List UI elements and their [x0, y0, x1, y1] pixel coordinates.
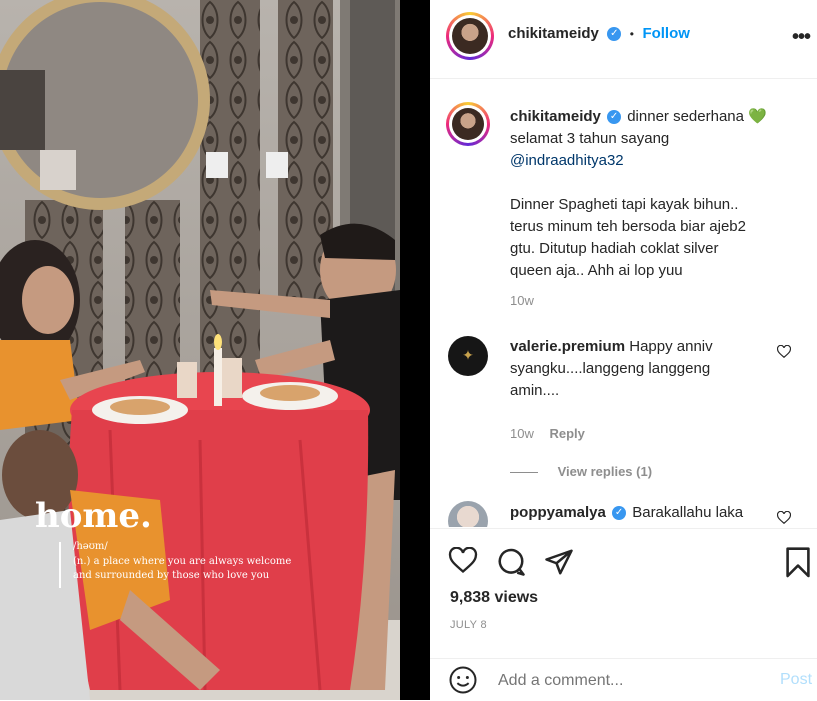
comment-timestamp[interactable]: 10w — [510, 426, 534, 441]
commenter-avatar[interactable]: ✦ — [448, 336, 488, 376]
caption-body-line1: Dinner Spagheti tapi kayak bihun.. — [510, 196, 739, 213]
more-options-icon[interactable]: ••• — [792, 26, 811, 49]
comment-text-line3: amin.... — [510, 382, 560, 399]
caption-body-line3: gtu. Ditutup hadiah coklat silver — [510, 240, 719, 257]
comment-bubble-icon[interactable] — [496, 547, 526, 577]
comment-text-line1: Barakallahu laka — [632, 504, 744, 521]
reply-button[interactable]: Reply — [549, 426, 584, 441]
comments-list[interactable]: chikitameidy ✓ dinner sederhana 💚 selama… — [430, 79, 817, 527]
overlay-title: home. — [35, 496, 152, 536]
post-header: chikitameidy ✓ • Follow ••• — [430, 0, 817, 79]
verified-badge-icon: ✓ — [607, 110, 622, 125]
view-replies-button[interactable]: View replies (1) — [558, 464, 652, 479]
post-photo[interactable]: home. /həʊm/ (n.) a place where you are … — [0, 0, 400, 700]
commenter-username[interactable]: poppyamalya — [510, 504, 606, 521]
caption-username[interactable]: chikitameidy — [510, 108, 601, 125]
header-separator: • — [629, 27, 634, 41]
overlay-divider — [59, 542, 61, 588]
add-comment-bar: Post — [430, 658, 817, 701]
views-count[interactable]: 9,838 views — [450, 589, 538, 607]
verified-badge-icon: ✓ — [607, 26, 622, 41]
green-heart-emoji: 💚 — [748, 108, 767, 125]
caption-body-line4: queen aja.. Ahh ai lop yuu — [510, 262, 683, 279]
caption-timestamp[interactable]: 10w — [510, 293, 534, 308]
caption-avatar[interactable] — [446, 102, 490, 146]
caption-text-line1: dinner sederhana — [627, 108, 744, 125]
share-paper-plane-icon[interactable] — [544, 547, 574, 577]
comment-text-line2: syangku....langgeng langgeng — [510, 360, 711, 377]
comment-item: poppyamalya ✓ Barakallahu laka — [430, 494, 817, 527]
like-heart-icon[interactable] — [448, 547, 478, 575]
emoji-smiley-icon[interactable] — [448, 665, 478, 695]
follow-button[interactable]: Follow — [642, 25, 690, 42]
caption-text-line2: selamat 3 tahun sayang — [510, 130, 670, 147]
author-avatar[interactable] — [446, 12, 494, 60]
like-comment-heart-icon[interactable] — [777, 511, 791, 525]
replies-divider — [510, 472, 538, 474]
photo-illustration — [0, 0, 400, 700]
overlay-phonetic: /həʊm/ — [73, 541, 108, 552]
overlay-definition-line1: (n.) a place where you are always welcom… — [73, 556, 292, 567]
post-details-panel: chikitameidy ✓ • Follow ••• chikitameidy… — [430, 0, 817, 700]
post-actions: 9,838 views JULY 8 — [430, 528, 817, 659]
caption-mention-link[interactable]: @indraadhitya32 — [510, 150, 800, 172]
save-bookmark-icon[interactable] — [785, 547, 811, 579]
post-date[interactable]: JULY 8 — [450, 619, 487, 631]
author-username[interactable]: chikitameidy — [508, 25, 599, 42]
caption-body-line2: terus minum teh bersoda biar ajeb2 — [510, 218, 746, 235]
comment-item: ✦ valerie.premium Happy anniv syangku...… — [430, 324, 817, 479]
commenter-username[interactable]: valerie.premium — [510, 338, 625, 355]
photo-side-strip — [400, 0, 430, 700]
add-comment-input[interactable] — [496, 667, 770, 695]
post-comment-button[interactable]: Post — [780, 671, 812, 689]
verified-badge-icon: ✓ — [612, 506, 627, 521]
overlay-definition-line2: and surrounded by those who love you — [73, 570, 270, 581]
caption: chikitameidy ✓ dinner sederhana 💚 selama… — [430, 79, 817, 319]
comment-text-line1: Happy anniv — [629, 338, 713, 355]
commenter-avatar[interactable] — [448, 501, 488, 527]
like-comment-heart-icon[interactable] — [777, 345, 791, 359]
